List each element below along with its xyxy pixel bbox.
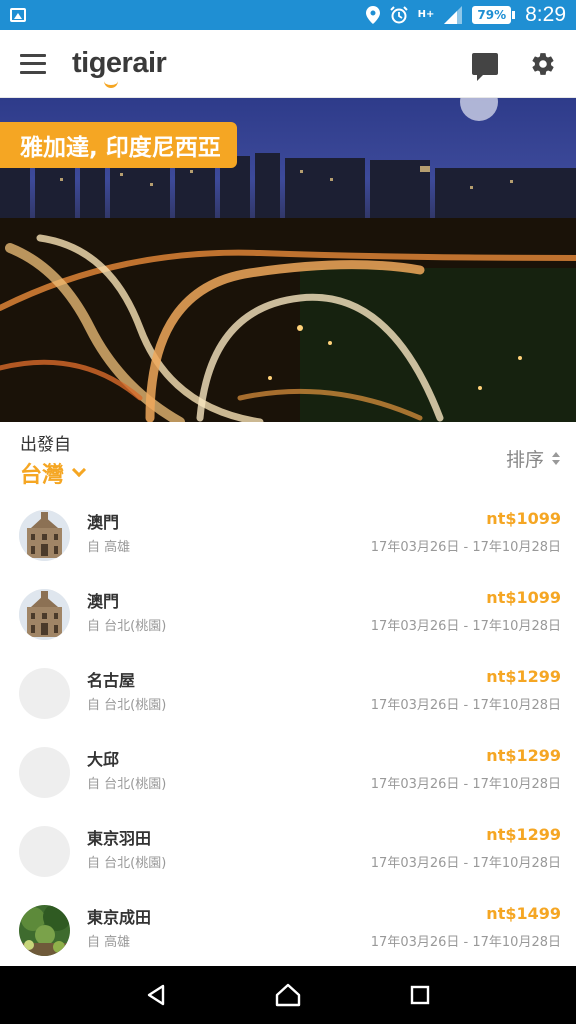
destination-thumbnail xyxy=(19,826,70,877)
home-icon xyxy=(275,983,301,1007)
back-button[interactable] xyxy=(136,975,176,1015)
location-icon xyxy=(365,6,380,24)
deal-row[interactable]: 名古屋自 台北(桃園) nt$1299 17年03月26日 - 17年10月28日 xyxy=(0,652,576,731)
deal-travel-dates: 17年03月26日 - 17年10月28日 xyxy=(370,935,561,950)
battery-icon: 79% xyxy=(472,6,516,24)
deal-price: nt$1299 xyxy=(486,667,561,686)
origin-value: 台灣 xyxy=(20,463,65,488)
clock: 8:29 xyxy=(525,3,566,26)
deal-destination: 東京成田 xyxy=(87,908,152,927)
chat-icon[interactable] xyxy=(472,52,498,81)
chevron-down-icon xyxy=(71,462,87,478)
deal-row[interactable]: 東京成田自 高雄 nt$1499 17年03月26日 - 17年10月28日 xyxy=(0,889,576,968)
deal-travel-dates: 17年03月26日 - 17年10月28日 xyxy=(370,540,561,555)
navigation-bar xyxy=(0,966,576,1024)
deal-destination: 澳門 xyxy=(87,592,120,611)
battery-level: 79% xyxy=(472,6,512,24)
deal-row[interactable]: 大邱自 台北(桃園) nt$1299 17年03月26日 - 17年10月28日 xyxy=(0,731,576,810)
destination-banner: 雅加達, 印度尼西亞 xyxy=(0,122,237,168)
home-button[interactable] xyxy=(268,975,308,1015)
deal-destination: 澳門 xyxy=(87,513,120,532)
deal-origin: 自 高雄 xyxy=(87,540,131,555)
origin-dropdown[interactable]: 台灣 xyxy=(20,457,87,489)
deal-origin: 自 台北(桃園) xyxy=(87,698,167,713)
app-bar: tigerair xyxy=(0,30,576,98)
destination-hero-image[interactable]: 雅加達, 印度尼西亞 xyxy=(0,98,576,422)
gear-icon[interactable] xyxy=(530,51,556,77)
origin-selector[interactable]: 出發自 台灣 xyxy=(20,430,87,489)
deal-price: nt$1299 xyxy=(486,746,561,765)
network-type-label: H+ xyxy=(417,9,435,20)
destination-thumbnail xyxy=(19,668,70,719)
deal-travel-dates: 17年03月26日 - 17年10月28日 xyxy=(370,856,561,871)
deal-destination: 名古屋 xyxy=(87,671,136,690)
status-bar: H+ 79% 8:29 xyxy=(0,0,576,30)
deal-price: nt$1499 xyxy=(486,904,561,923)
alarm-icon xyxy=(389,6,408,24)
deal-price: nt$1099 xyxy=(486,588,561,607)
deal-price: nt$1099 xyxy=(486,509,561,528)
image-notification-icon xyxy=(10,8,26,22)
menu-icon[interactable] xyxy=(20,53,46,74)
origin-label: 出發自 xyxy=(20,435,71,455)
recents-button[interactable] xyxy=(400,975,440,1015)
signal-icon xyxy=(444,6,463,24)
deal-origin: 自 台北(桃園) xyxy=(87,856,167,871)
deal-destination: 東京羽田 xyxy=(87,829,152,848)
deals-list: 澳門自 高雄 nt$1099 17年03月26日 - 17年10月28日 澳門自 台北… xyxy=(0,494,576,968)
deal-travel-dates: 17年03月26日 - 17年10月28日 xyxy=(370,619,561,634)
recents-icon xyxy=(410,985,430,1005)
sort-button[interactable]: 排序 xyxy=(506,445,560,472)
deal-row[interactable]: 澳門自 台北(桃園) nt$1099 17年03月26日 - 17年10月28日 xyxy=(0,573,576,652)
deal-price: nt$1299 xyxy=(486,825,561,844)
sort-label: 排序 xyxy=(505,449,544,471)
sort-icon xyxy=(552,452,560,465)
deal-destination: 大邱 xyxy=(87,750,120,769)
back-icon xyxy=(147,984,165,1006)
destination-thumbnail xyxy=(19,589,70,640)
deal-row[interactable]: 東京羽田自 台北(桃園) nt$1299 17年03月26日 - 17年10月28日 xyxy=(0,810,576,889)
tigerair-logo: tigerair xyxy=(72,47,167,88)
deal-travel-dates: 17年03月26日 - 17年10月28日 xyxy=(370,698,561,713)
destination-thumbnail xyxy=(19,747,70,798)
deal-origin: 自 台北(桃園) xyxy=(87,777,167,792)
destination-thumbnail xyxy=(19,510,70,561)
deal-row[interactable]: 澳門自 高雄 nt$1099 17年03月26日 - 17年10月28日 xyxy=(0,494,576,573)
destination-thumbnail xyxy=(19,905,70,956)
deal-origin: 自 高雄 xyxy=(87,935,131,950)
deal-origin: 自 台北(桃園) xyxy=(87,619,167,634)
deal-travel-dates: 17年03月26日 - 17年10月28日 xyxy=(370,777,561,792)
